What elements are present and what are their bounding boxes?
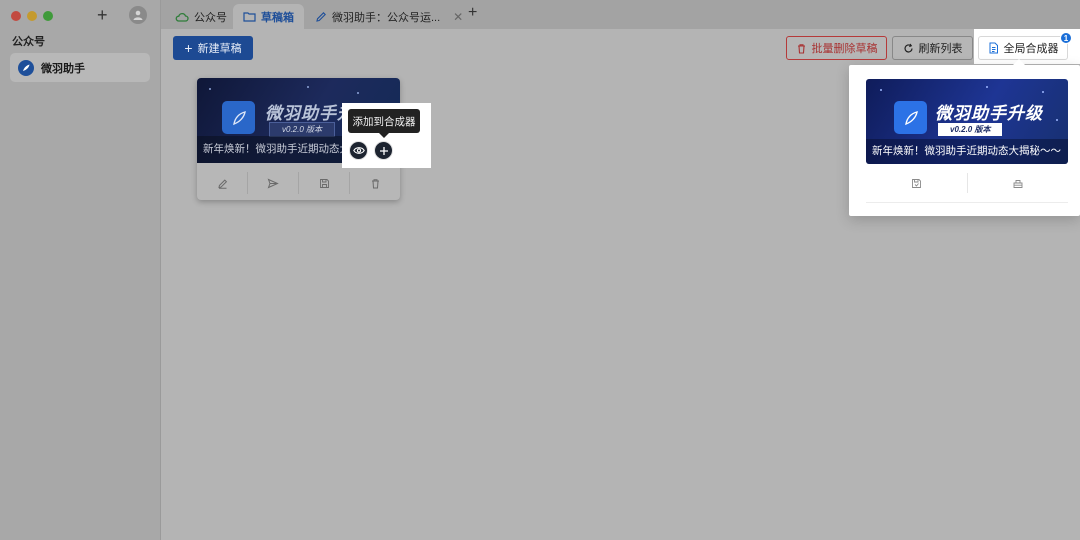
send-icon bbox=[267, 178, 279, 188]
user-icon bbox=[133, 10, 143, 20]
tab-accounts[interactable]: 公众号 bbox=[165, 4, 237, 29]
save-draft-button[interactable] bbox=[299, 172, 350, 194]
edit-icon bbox=[316, 11, 326, 22]
composer-clear-button[interactable] bbox=[968, 173, 1069, 193]
sidebar-section-title: 公众号 bbox=[12, 36, 45, 48]
add-tab-button[interactable]: + bbox=[468, 4, 477, 22]
account-name: 微羽助手 bbox=[41, 62, 85, 75]
pencil-icon bbox=[217, 178, 227, 189]
main-content: + 新建草稿 批量删除草稿 刷新列表 微羽助手升级 v0.2.0 版本 新年焕新… bbox=[161, 29, 1080, 540]
refresh-label: 刷新列表 bbox=[918, 43, 963, 55]
tab-bar: 公众号 草稿箱 微羽助手：公众号运... ✕ + bbox=[161, 0, 1080, 29]
composer-item-title: 新年焕新！微羽助手近期动态大揭秘～～ bbox=[866, 139, 1068, 164]
composer-count-badge: 1 bbox=[1060, 32, 1072, 44]
close-tab-icon[interactable]: ✕ bbox=[453, 10, 463, 24]
add-account-button[interactable]: + bbox=[97, 5, 108, 25]
batch-delete-label: 批量删除草稿 bbox=[811, 43, 878, 55]
preview-button[interactable] bbox=[349, 141, 368, 160]
composer-label: 全局合成器 bbox=[1003, 43, 1059, 55]
close-window-button[interactable] bbox=[11, 11, 21, 21]
document-icon bbox=[989, 42, 998, 54]
delete-draft-button[interactable] bbox=[350, 172, 400, 194]
minimize-window-button[interactable] bbox=[27, 11, 37, 21]
cloud-icon bbox=[175, 12, 189, 22]
tab-article[interactable]: 微羽助手：公众号运... ✕ bbox=[305, 4, 473, 29]
refresh-icon bbox=[903, 43, 913, 52]
sidebar-item-account[interactable]: 微羽助手 bbox=[10, 53, 150, 82]
composer-cover-headline: 微羽助手升级 bbox=[935, 104, 1043, 123]
cover-version: v0.2.0 版本 bbox=[269, 122, 336, 137]
eye-icon bbox=[352, 147, 365, 154]
trash-icon bbox=[371, 178, 379, 188]
composer-save-button[interactable] bbox=[866, 173, 968, 193]
user-avatar[interactable] bbox=[129, 6, 147, 24]
edit-draft-button[interactable] bbox=[197, 172, 248, 194]
composer-panel: 微羽助手升级 v0.2.0 版本 新年焕新！微羽助手近期动态大揭秘～～ bbox=[849, 59, 1080, 216]
feather-logo-icon bbox=[894, 101, 927, 134]
eraser-icon bbox=[1013, 179, 1023, 188]
new-draft-button[interactable]: + 新建草稿 bbox=[173, 36, 253, 60]
zoom-window-button[interactable] bbox=[43, 11, 53, 21]
save-icon bbox=[319, 178, 329, 188]
new-draft-label: 新建草稿 bbox=[197, 43, 242, 55]
save-icon bbox=[911, 178, 921, 188]
publish-draft-button[interactable] bbox=[248, 172, 299, 194]
card-actions bbox=[197, 172, 400, 194]
batch-delete-button[interactable]: 批量删除草稿 bbox=[786, 36, 887, 60]
add-to-composer-tooltip: 添加到合成器 bbox=[348, 109, 420, 138]
feather-icon bbox=[18, 59, 34, 76]
plus-icon: + bbox=[184, 40, 193, 56]
folder-icon bbox=[243, 12, 256, 22]
add-to-composer-button[interactable] bbox=[374, 141, 393, 160]
plus-icon bbox=[379, 146, 388, 155]
sidebar: + 公众号 微羽助手 bbox=[0, 0, 161, 540]
global-composer-button[interactable]: 全局合成器 bbox=[978, 36, 1068, 60]
trash-icon bbox=[797, 43, 805, 54]
tab-drafts[interactable]: 草稿箱 bbox=[233, 4, 304, 29]
tab-label: 草稿箱 bbox=[261, 11, 294, 24]
composer-divider bbox=[866, 202, 1068, 203]
composer-item-actions bbox=[866, 173, 1068, 193]
refresh-button[interactable]: 刷新列表 bbox=[892, 36, 973, 60]
card-hover-buttons bbox=[349, 141, 393, 160]
tab-label: 公众号 bbox=[194, 11, 227, 24]
composer-item-cover[interactable]: 微羽助手升级 v0.2.0 版本 新年焕新！微羽助手近期动态大揭秘～～ bbox=[866, 79, 1068, 164]
composer-cover-version: v0.2.0 版本 bbox=[938, 123, 1003, 136]
window-controls bbox=[11, 11, 53, 21]
feather-logo-icon bbox=[222, 101, 255, 134]
tab-label: 微羽助手：公众号运... bbox=[332, 11, 441, 24]
